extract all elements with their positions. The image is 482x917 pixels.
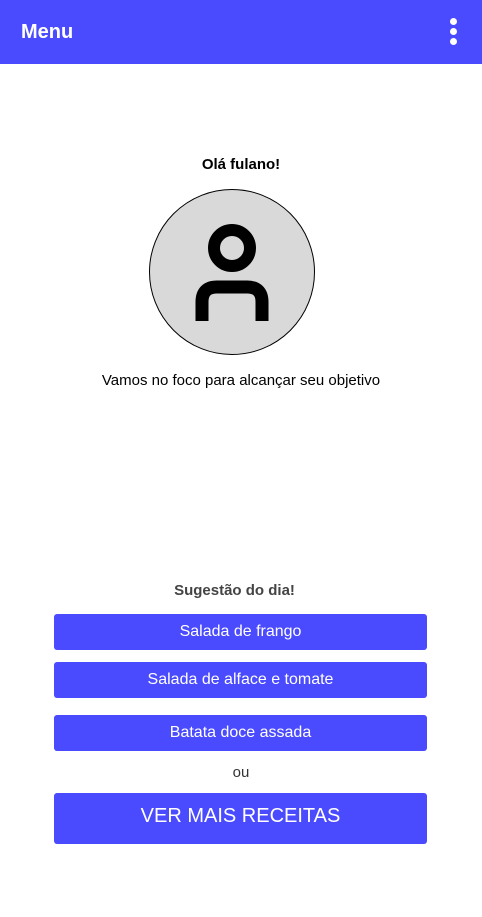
app-bar-title: Menu bbox=[21, 21, 74, 43]
motivation-text: Vamos no foco para alcançar seu objetivo bbox=[101, 372, 381, 389]
app-bar: Menu bbox=[0, 0, 482, 64]
greeting-text: Olá fulano! bbox=[201, 156, 281, 173]
more-vertical-icon[interactable] bbox=[445, 16, 463, 48]
or-separator-text: ou bbox=[232, 764, 250, 781]
user-icon bbox=[195, 224, 269, 321]
suggestion-button-batata-doce[interactable]: Batata doce assada bbox=[54, 715, 427, 751]
home-screen: Menu Olá fulano! Vamos no foco para alca… bbox=[0, 0, 482, 917]
suggestion-button-salada-de-frango[interactable]: Salada de frango bbox=[54, 614, 427, 650]
see-more-recipes-button[interactable]: VER MAIS RECEITAS bbox=[54, 793, 427, 844]
avatar bbox=[149, 189, 315, 355]
suggestions-title: Sugestão do dia! bbox=[174, 582, 295, 599]
suggestion-button-salada-de-alface[interactable]: Salada de alface e tomate bbox=[54, 662, 427, 698]
